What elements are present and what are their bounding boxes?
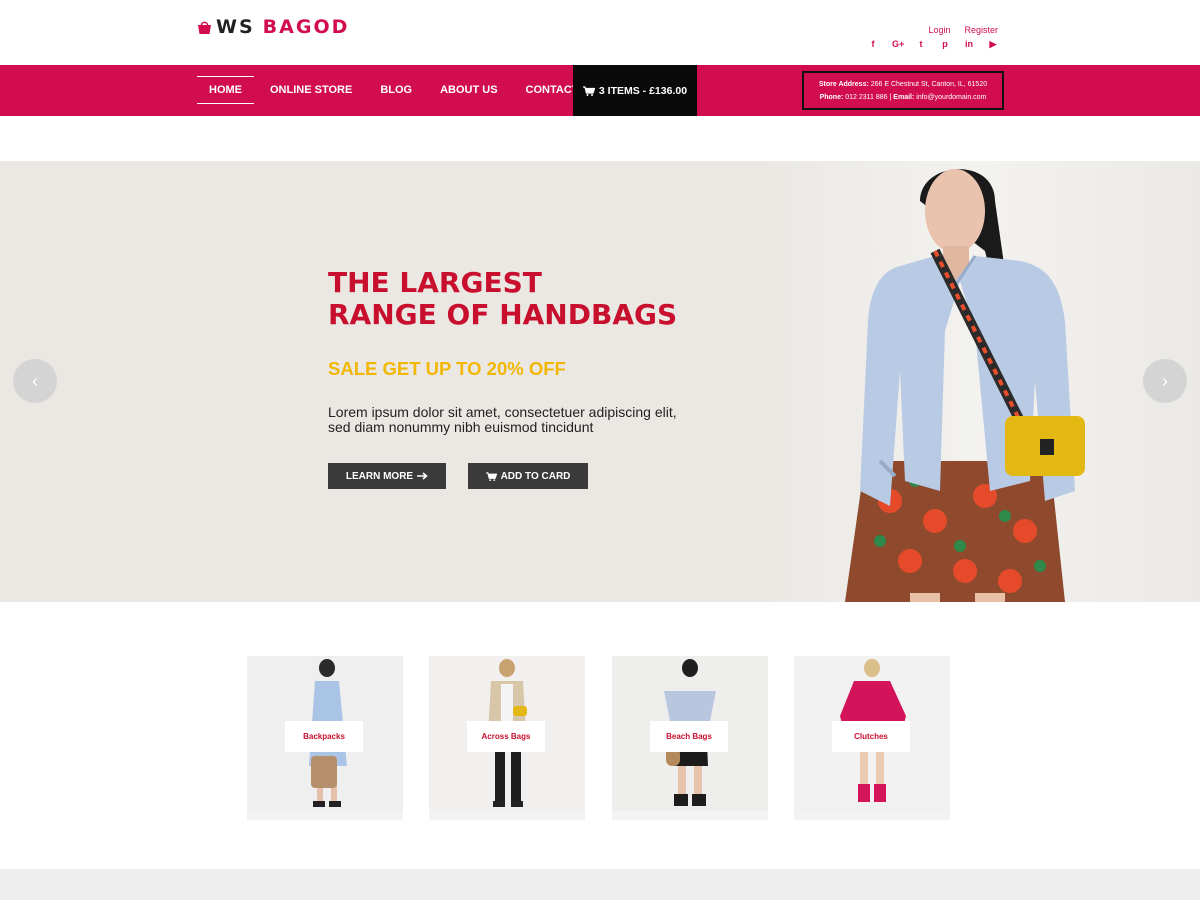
hero-sale-text: SALE GET UP TO 20% OFF	[328, 358, 566, 379]
main-nav: HOME ONLINE STORE BLOG ABOUT US CONTACT …	[197, 65, 611, 116]
category-label: Across Bags	[467, 721, 545, 752]
add-to-card-button[interactable]: ADD TO CARD	[468, 463, 588, 489]
store-contact-line: Phone: 012 2311 886 | Email: info@yourdo…	[819, 94, 987, 101]
category-label: Clutches	[832, 721, 910, 752]
cart-icon	[582, 85, 595, 96]
pinterest-icon[interactable]: p	[940, 39, 950, 50]
nav-about-us[interactable]: ABOUT US	[426, 65, 511, 116]
logo-name: BAGOD	[262, 16, 350, 38]
cart-button[interactable]: 3 ITEMS - £136.00	[573, 65, 697, 116]
site-header: WS BAGOD Login Register f G+ t p in ▶	[0, 0, 1200, 65]
arrow-right-icon	[417, 472, 428, 480]
store-phone-label: Phone:	[819, 94, 844, 101]
category-card-backpacks[interactable]: Backpacks	[247, 656, 403, 820]
nav-online-store[interactable]: ONLINE STORE	[256, 65, 366, 116]
hero-description-line-2: sed diam nonummy nibh euismod tincidunt	[328, 419, 594, 435]
store-address-line: Store Address: 266 E Chestnut St, Canton…	[804, 78, 1002, 91]
hero-title-line-2: RANGE OF HANDBAGS	[328, 298, 678, 331]
store-email: info@yourdomain.com	[916, 94, 987, 101]
linkedin-icon[interactable]: in	[964, 39, 974, 50]
learn-more-label: LEARN MORE	[345, 470, 414, 482]
register-link[interactable]: Register	[964, 25, 998, 35]
hero-slider: THE LARGEST RANGE OF HANDBAGS SALE GET U…	[0, 161, 1200, 602]
logo-prefix: WS	[216, 16, 255, 38]
category-card-across-bags[interactable]: Across Bags	[429, 656, 585, 820]
store-phone: 012 2311 886	[845, 94, 888, 101]
shopping-bag-icon	[198, 21, 211, 34]
category-label: Backpacks	[285, 721, 363, 752]
category-card-clutches[interactable]: Clutches	[794, 656, 950, 820]
category-card-beach-bags[interactable]: Beach Bags	[612, 656, 768, 820]
slider-prev-button[interactable]: ‹	[13, 359, 57, 403]
slider-next-button[interactable]: ›	[1143, 359, 1187, 403]
login-link[interactable]: Login	[928, 25, 950, 35]
nav-home[interactable]: HOME	[197, 65, 254, 116]
hero-model-image	[760, 161, 1200, 602]
chevron-left-icon: ‹	[32, 370, 38, 391]
category-label: Beach Bags	[650, 721, 728, 752]
main-navbar: HOME ONLINE STORE BLOG ABOUT US CONTACT …	[0, 65, 1200, 116]
add-to-card-label: ADD TO CARD	[500, 470, 571, 482]
facebook-icon[interactable]: f	[868, 39, 878, 50]
footer-strip	[0, 869, 1200, 900]
hero-description-line-1: Lorem ipsum dolor sit amet, consectetuer…	[328, 404, 677, 420]
youtube-icon[interactable]: ▶	[988, 39, 998, 50]
store-info-box: Store Address: 266 E Chestnut St, Canton…	[802, 71, 1004, 110]
hero-description: Lorem ipsum dolor sit amet, consectetuer…	[328, 405, 688, 435]
twitter-icon[interactable]: t	[916, 39, 926, 50]
learn-more-button[interactable]: LEARN MORE	[328, 463, 446, 489]
auth-links: Login Register	[928, 25, 998, 35]
nav-blog[interactable]: BLOG	[366, 65, 426, 116]
cart-icon	[485, 471, 497, 481]
chevron-right-icon: ›	[1162, 370, 1168, 391]
social-links: f G+ t p in ▶	[868, 39, 998, 50]
hero-title: THE LARGEST RANGE OF HANDBAGS	[328, 267, 677, 331]
cart-summary: 3 ITEMS - £136.00	[598, 84, 688, 97]
logo[interactable]: WS BAGOD	[197, 16, 349, 38]
hero-title-line-1: THE LARGEST	[328, 266, 542, 299]
store-address: 266 E Chestnut St, Canton, IL, 61520	[870, 81, 988, 88]
store-email-label: Email:	[893, 94, 915, 101]
store-address-label: Store Address:	[818, 81, 869, 88]
google-plus-icon[interactable]: G+	[892, 39, 904, 50]
